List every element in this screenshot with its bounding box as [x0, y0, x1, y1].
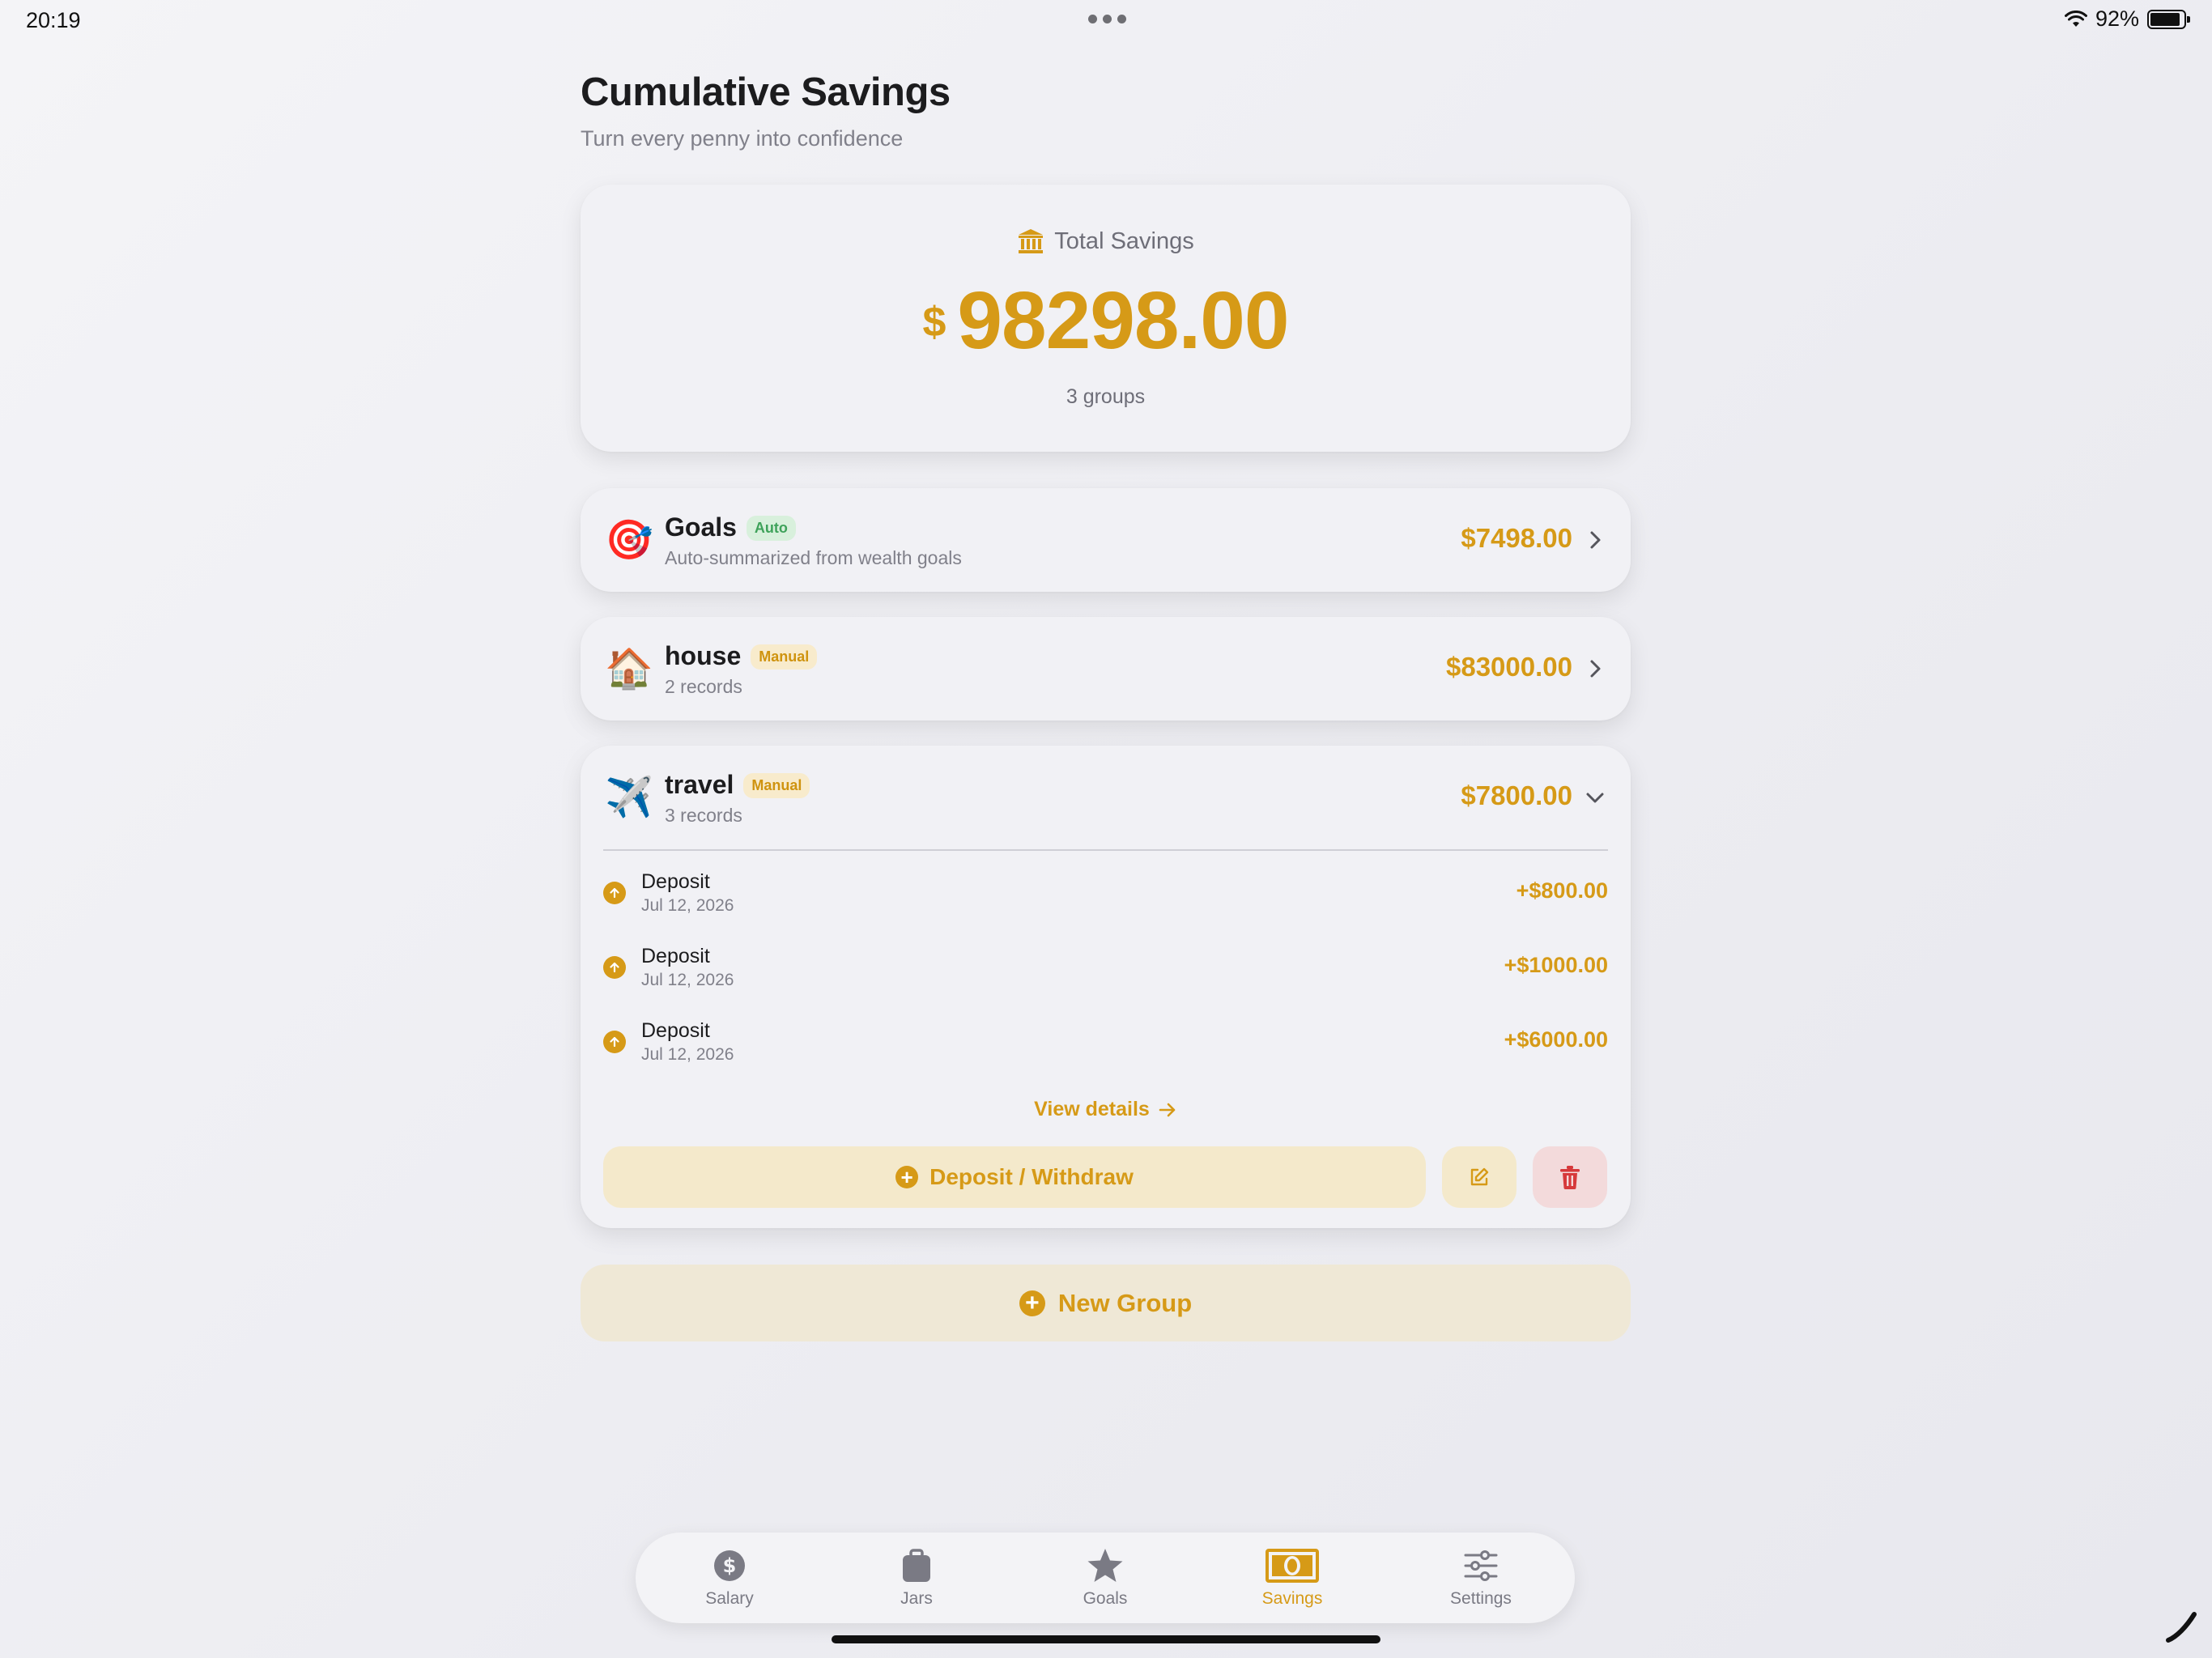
group-actions: + Deposit / Withdraw	[603, 1146, 1608, 1208]
group-name-text: travel	[665, 770, 734, 799]
record-amount: +$800.00	[1516, 878, 1608, 903]
target-icon: 🎯	[605, 517, 653, 563]
manual-badge: Manual	[743, 773, 810, 798]
trash-icon	[1560, 1166, 1580, 1189]
record-title: Deposit	[641, 1019, 710, 1042]
record-title: Deposit	[641, 945, 710, 967]
edit-group-button[interactable]	[1442, 1146, 1516, 1208]
airplane-icon: ✈️	[605, 775, 653, 820]
record-row[interactable]: Deposit Jul 12, 2026 +$6000.00	[603, 1016, 1608, 1090]
tab-bar: $ Salary Jars Goals Savings Settings	[636, 1533, 1575, 1623]
delete-group-button[interactable]	[1533, 1146, 1607, 1208]
tab-label: Jars	[900, 1589, 933, 1608]
divider	[603, 849, 1608, 851]
group-name-text: house	[665, 641, 742, 670]
currency-symbol: $	[922, 299, 946, 346]
total-savings-card: Total Savings $ 98298.00 3 groups	[581, 185, 1631, 452]
group-subtitle: Auto-summarized from wealth goals	[665, 547, 962, 568]
group-name: travel Manual	[665, 770, 810, 800]
multitasking-dots-icon[interactable]	[1088, 15, 1126, 23]
group-amount: $7498.00	[1461, 523, 1572, 553]
new-group-label: New Group	[1057, 1288, 1193, 1317]
record-title: Deposit	[641, 870, 710, 893]
page-subtitle: Turn every penny into confidence	[581, 126, 904, 151]
bag-icon	[901, 1547, 932, 1584]
sliders-icon	[1463, 1547, 1499, 1584]
new-group-button[interactable]: + New Group	[581, 1265, 1631, 1341]
deposit-withdraw-label: Deposit / Withdraw	[929, 1164, 1134, 1189]
tab-savings[interactable]: Savings	[1211, 1533, 1373, 1623]
plus-circle-icon: +	[895, 1166, 919, 1188]
battery-percent: 92%	[2095, 6, 2139, 31]
record-date: Jul 12, 2026	[641, 1045, 734, 1064]
star-icon	[1087, 1547, 1124, 1584]
bank-icon	[1019, 229, 1044, 253]
tab-label: Goals	[1083, 1589, 1128, 1608]
svg-text:$: $	[723, 1554, 737, 1577]
chevron-down-icon[interactable]	[1584, 786, 1606, 809]
tab-goals[interactable]: Goals	[1024, 1533, 1186, 1623]
deposit-withdraw-button[interactable]: + Deposit / Withdraw	[603, 1146, 1426, 1208]
arrow-right-icon	[1159, 1103, 1176, 1116]
group-header-travel[interactable]: ✈️ travel Manual 3 records $7800.00	[581, 746, 1631, 849]
dollar-circle-icon: $	[713, 1547, 746, 1584]
tab-settings[interactable]: Settings	[1400, 1533, 1562, 1623]
arrow-up-circle-icon	[603, 882, 626, 904]
tab-label: Settings	[1450, 1589, 1512, 1608]
record-date: Jul 12, 2026	[641, 971, 734, 989]
total-savings-label: Total Savings	[1054, 227, 1194, 254]
group-subtitle: 2 records	[665, 676, 742, 697]
status-right: 92%	[2064, 6, 2190, 32]
edit-icon	[1470, 1167, 1489, 1186]
record-list: Deposit Jul 12, 2026 +$800.00 Deposit Ju…	[603, 867, 1608, 1090]
record-row[interactable]: Deposit Jul 12, 2026 +$800.00	[603, 867, 1608, 942]
arrow-up-circle-icon	[603, 1031, 626, 1053]
arrow-up-circle-icon	[603, 956, 626, 979]
auto-badge: Auto	[746, 516, 796, 541]
page-title: Cumulative Savings	[581, 70, 951, 114]
group-amount: $83000.00	[1446, 652, 1572, 682]
chevron-right-icon[interactable]	[1584, 529, 1606, 551]
group-name: house Manual	[665, 641, 818, 671]
tab-jars[interactable]: Jars	[836, 1533, 998, 1623]
battery-icon	[2147, 9, 2190, 29]
house-icon: 🏠	[605, 646, 653, 691]
wifi-icon	[2064, 10, 2087, 27]
record-amount: +$6000.00	[1504, 1027, 1608, 1052]
total-amount: 98298.00	[957, 275, 1289, 366]
record-amount: +$1000.00	[1504, 953, 1608, 977]
view-details-label: View details	[1034, 1098, 1150, 1120]
group-row-goals[interactable]: 🎯 Goals Auto Auto-summarized from wealth …	[581, 488, 1631, 592]
group-name: Goals Auto	[665, 512, 796, 542]
pencil-corner-icon	[2166, 1612, 2197, 1643]
view-details-link[interactable]: View details	[581, 1098, 1631, 1121]
group-amount: $7800.00	[1461, 780, 1572, 810]
group-row-travel: ✈️ travel Manual 3 records $7800.00 Depos…	[581, 746, 1631, 1228]
tab-label: Savings	[1261, 1589, 1323, 1608]
group-name-text: Goals	[665, 512, 737, 542]
group-subtitle: 3 records	[665, 805, 742, 826]
plus-circle-icon: +	[1019, 1290, 1045, 1316]
groups-count: 3 groups	[1066, 385, 1146, 408]
group-row-house[interactable]: 🏠 house Manual 2 records $83000.00	[581, 617, 1631, 721]
tab-label: Salary	[705, 1589, 754, 1608]
record-row[interactable]: Deposit Jul 12, 2026 +$1000.00	[603, 942, 1608, 1016]
chevron-right-icon[interactable]	[1584, 657, 1606, 680]
banknote-icon	[1266, 1547, 1319, 1584]
manual-badge: Manual	[751, 644, 818, 670]
tab-salary[interactable]: $ Salary	[649, 1533, 810, 1623]
status-time: 20:19	[26, 8, 81, 32]
record-date: Jul 12, 2026	[641, 896, 734, 915]
home-indicator	[832, 1635, 1380, 1643]
